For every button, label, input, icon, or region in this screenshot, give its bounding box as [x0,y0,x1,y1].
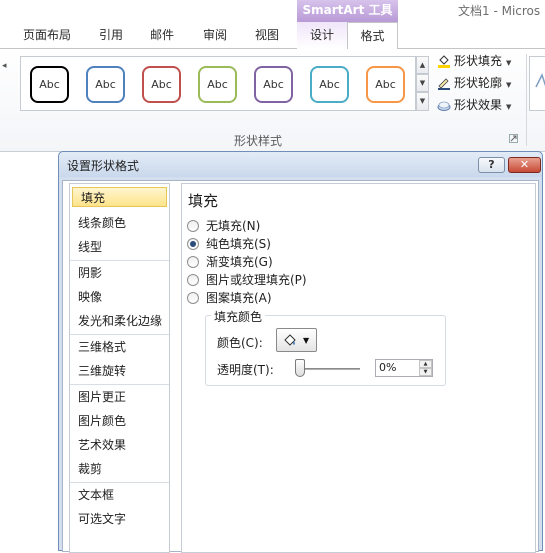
shape-effects-icon [437,98,451,112]
radio-button-checked-icon[interactable] [187,238,199,250]
shape-effects-button[interactable]: 形状效果 ▼ [437,96,511,115]
gallery-up-icon[interactable]: ▲ [416,56,429,74]
radio-label: 无填充(N) [206,219,261,233]
gallery-scroll: ▲ ▼ ▼ [416,56,429,111]
radio-pattern-fill[interactable]: 图案填充(A) [187,290,272,306]
radio-gradient-fill[interactable]: 渐变填充(G) [187,254,273,270]
nav-separator [70,334,169,335]
nav-item-picture-color[interactable]: 图片颜色 [70,411,169,431]
paint-bucket-icon [437,54,451,68]
radio-button-icon[interactable] [187,274,199,286]
panel-heading: 填充 [188,192,219,210]
gallery-down-icon[interactable]: ▼ [416,74,429,92]
transparency-slider-track[interactable] [296,368,360,370]
fill-color-legend: 填充颜色 [211,308,266,325]
chevron-down-icon: ▼ [506,59,512,67]
radio-label: 图案填充(A) [206,291,272,305]
dialog-title: 设置形状格式 [67,159,140,173]
radio-no-fill[interactable]: 无填充(N) [187,218,260,234]
tab-view[interactable]: 视图 [255,22,279,49]
shape-style-3[interactable]: Abc [142,66,181,103]
paint-bucket-icon [282,332,298,348]
ribbon: SmartArt 工具 文档1 - Micros 页面布局 引用 邮件 审阅 视… [0,0,545,152]
shape-style-6[interactable]: Abc [310,66,349,103]
nav-item-line-color[interactable]: 线条颜色 [70,213,169,233]
shape-styles-gallery: Abc Abc Abc Abc Abc Abc Abc [20,56,416,111]
radio-label: 纯色填充(S) [206,237,271,251]
pen-outline-icon [437,76,451,90]
nav-item-line-style[interactable]: 线型 [70,237,169,257]
spin-up-icon[interactable]: ▲ [419,360,432,368]
category-list: 填充 线条颜色 线型 阴影 映像 发光和柔化边缘 三维格式 三维旋转 图片更正 … [69,183,170,553]
spin-down-icon[interactable]: ▼ [419,368,432,376]
shape-outline-button[interactable]: 形状轮廓 ▼ [437,74,511,93]
radio-button-icon[interactable] [187,220,199,232]
nav-item-glow-soft-edges[interactable]: 发光和柔化边缘 [70,311,169,331]
radio-button-icon[interactable] [187,292,199,304]
nav-item-picture-corrections[interactable]: 图片更正 [70,387,169,407]
nav-separator [70,260,169,261]
shape-outline-label: 形状轮廓 [454,76,503,90]
radio-label: 渐变填充(G) [206,255,273,269]
radio-label: 图片或纹理填充(P) [206,273,307,287]
transparency-spinner: ▲ ▼ [419,360,432,376]
nav-item-shadow[interactable]: 阴影 [70,263,169,283]
format-shape-dialog: 设置形状格式 ? ✕ 填充 线条颜色 线型 阴影 映像 发光和柔化边缘 三维格式… [58,151,543,553]
shape-fill-button[interactable]: 形状填充 ▼ [437,52,511,71]
close-button[interactable]: ✕ [508,157,541,173]
shape-style-1[interactable]: Abc [30,66,69,103]
title-bar: SmartArt 工具 文档1 - Micros [0,0,545,22]
nav-item-3d-format[interactable]: 三维格式 [70,337,169,357]
nav-item-3d-rotation[interactable]: 三维旋转 [70,361,169,381]
nav-item-artistic-effects[interactable]: 艺术效果 [70,435,169,455]
dialog-content: 填充 线条颜色 线型 阴影 映像 发光和柔化边缘 三维格式 三维旋转 图片更正 … [62,180,539,553]
chevron-down-icon: ▼ [303,336,310,345]
transparency-label: 透明度(T): [217,363,274,377]
nav-separator [70,384,169,385]
tab-mailings[interactable]: 邮件 [150,22,174,49]
dialog-title-bar[interactable]: 设置形状格式 ? ✕ [59,152,542,177]
tab-references[interactable]: 引用 [99,22,123,49]
tab-page-layout[interactable]: 页面布局 [23,22,71,49]
tab-format[interactable]: 格式 [347,22,398,50]
color-picker-button[interactable]: ▼ [276,328,317,352]
chevron-down-icon: ▼ [506,81,512,89]
fill-panel: 填充 无填充(N) 纯色填充(S) 渐变填充(G) 图片或纹理填充(P) 图案填… [181,183,536,553]
radio-solid-fill[interactable]: 纯色填充(S) [187,236,271,252]
nav-item-reflection[interactable]: 映像 [70,287,169,307]
nav-separator [70,482,169,483]
ribbon-body: ◂ Abc Abc Abc Abc Abc Abc Abc ▲ ▼ ▼ 形状填充… [0,49,545,152]
nav-item-text-box[interactable]: 文本框 [70,485,169,505]
radio-picture-texture-fill[interactable]: 图片或纹理填充(P) [187,272,307,288]
scroll-left-icon[interactable]: ◂ [2,61,7,71]
chevron-down-icon: ▼ [506,103,512,111]
shape-fill-label: 形状填充 [454,54,503,68]
group-label-shape-styles: 形状样式 [234,134,283,148]
smartart-tools-banner: SmartArt 工具 [297,0,398,22]
ribbon-tabs: 页面布局 引用 邮件 审阅 视图 设计 格式 [0,22,545,50]
shape-style-5[interactable]: Abc [254,66,293,103]
nav-item-crop[interactable]: 裁剪 [70,459,169,479]
dialog-launcher-icon[interactable] [509,134,518,143]
radio-button-icon[interactable] [187,256,199,268]
help-button[interactable]: ? [478,157,505,173]
document-title: 文档1 - Micros [458,4,541,18]
shape-style-4[interactable]: Abc [198,66,237,103]
group-separator [526,54,527,146]
wordart-gallery-partial[interactable] [529,56,545,111]
nav-item-alt-text[interactable]: 可选文字 [70,509,169,529]
shape-effects-label: 形状效果 [454,98,503,112]
shape-style-2[interactable]: Abc [86,66,125,103]
fill-color-group: 填充颜色 颜色(C): ▼ 透明度(T): 0% ▲ ▼ [205,308,446,386]
shape-style-7[interactable]: Abc [366,66,405,103]
tab-review[interactable]: 审阅 [203,22,227,49]
nav-item-fill[interactable]: 填充 [72,187,167,207]
transparency-slider-thumb[interactable] [295,359,305,377]
tab-design[interactable]: 设计 [297,22,347,49]
gallery-more-icon[interactable]: ▼ [416,92,429,111]
color-label: 颜色(C): [217,336,263,350]
